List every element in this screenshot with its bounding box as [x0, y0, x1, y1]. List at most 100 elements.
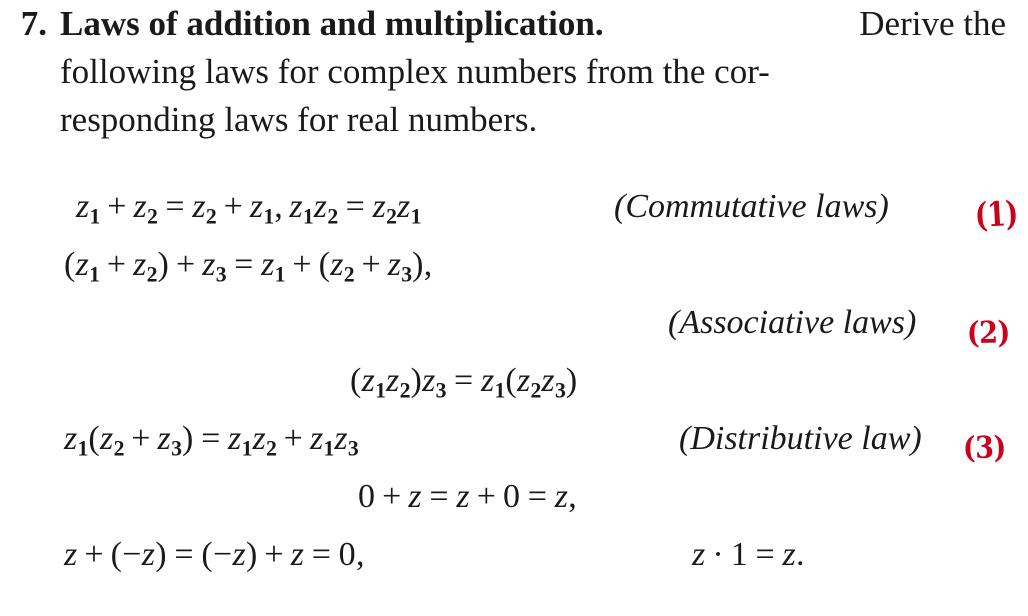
- glyph-sub-3: 3: [435, 378, 447, 403]
- glyph-sub-1: 1: [410, 204, 422, 229]
- glyph-z: z: [192, 188, 206, 225]
- glyph-rparen: ): [245, 536, 258, 573]
- problem-line-3: responding laws for real numbers.: [0, 96, 1028, 144]
- glyph-comma: ,: [568, 478, 578, 515]
- glyph-rparen: ): [410, 362, 423, 399]
- glyph-equals: =: [527, 478, 548, 515]
- glyph-sub-1: 1: [494, 378, 506, 403]
- glyph-z: z: [290, 536, 305, 573]
- problem-line-1-body: Laws of addition and multiplication. Der…: [60, 0, 1028, 48]
- glyph-z: z: [372, 188, 387, 225]
- glyph-sub-1: 1: [375, 378, 387, 403]
- glyph-lparen: (: [505, 362, 517, 399]
- glyph-sub-3: 3: [401, 262, 413, 287]
- glyph-sub-3: 3: [347, 436, 359, 461]
- glyph-plus: +: [361, 246, 381, 283]
- equation-row-associative-caption: (Associative laws) (2): [0, 294, 1028, 352]
- glyph-z: z: [100, 420, 114, 457]
- glyph-lparen: (: [110, 536, 123, 573]
- glyph-sub-2: 2: [146, 262, 158, 287]
- glyph-equals: =: [201, 420, 221, 457]
- glyph-zero: 0: [338, 536, 356, 573]
- glyph-z: z: [252, 420, 266, 457]
- equation-row-distributive: z1(z2 + z3) = z1z2 + z1z3 (Distributive law) (…: [0, 410, 1028, 468]
- glyph-rparen: ): [412, 246, 424, 283]
- glyph-comma: ,: [274, 188, 284, 225]
- glyph-z: z: [361, 362, 376, 399]
- glyph-equals: =: [174, 536, 194, 573]
- glyph-equals: =: [165, 188, 185, 225]
- glyph-rparen: ): [157, 246, 170, 283]
- problem-line-3-body: responding laws for real numbers.: [60, 96, 1028, 144]
- equation-row-associative-a: (z1 + z2) + z3 = z1 + (z2 + z3),: [0, 236, 1028, 294]
- glyph-z: z: [232, 536, 246, 573]
- glyph-z: z: [408, 478, 422, 515]
- glyph-minus: −: [122, 536, 142, 573]
- glyph-equals: =: [755, 536, 776, 573]
- equation-block: z1 + z2 = z2 + z1, z1z2 = z2z1 (Commutative laws…: [0, 178, 1028, 584]
- textbook-exercise-page: 7. Laws of addition and multiplication. …: [0, 0, 1028, 616]
- glyph-z: z: [330, 246, 344, 283]
- equation-row-identity: 0 + z = z +0 = z,: [0, 468, 1028, 526]
- glyph-plus: +: [223, 188, 244, 225]
- problem-number: 7.: [20, 4, 47, 43]
- glyph-equals: =: [345, 188, 366, 225]
- problem-line-1-rest: Derive the: [859, 4, 1006, 43]
- glyph-zero: 0: [502, 478, 521, 515]
- glyph-z: z: [480, 362, 495, 399]
- glyph-plus: +: [175, 246, 196, 283]
- glyph-plus: +: [107, 188, 127, 225]
- glyph-z: z: [76, 188, 90, 225]
- glyph-z: z: [64, 420, 78, 457]
- caption-distributive: (Distributive law): [679, 420, 922, 457]
- glyph-lparen: (: [318, 246, 331, 283]
- glyph-z: z: [309, 420, 324, 457]
- glyph-z: z: [202, 246, 216, 283]
- glyph-lparen: (: [64, 246, 76, 283]
- glyph-z: z: [157, 420, 172, 457]
- glyph-z: z: [516, 362, 531, 399]
- glyph-plus: +: [131, 420, 151, 457]
- glyph-sub-2: 2: [530, 378, 542, 403]
- glyph-sub-1: 1: [89, 204, 101, 229]
- glyph-z: z: [64, 536, 78, 573]
- glyph-z: z: [422, 362, 436, 399]
- caption-commutative: (Commutative laws): [614, 188, 889, 225]
- glyph-rparen: ): [565, 362, 578, 399]
- problem-line-3-text: responding laws for real numbers.: [60, 100, 538, 139]
- caption-associative: (Associative laws): [668, 304, 917, 341]
- equation-row-commutative: z1 + z2 = z2 + z1, z1z2 = z2z1 (Commutative laws…: [0, 178, 1028, 236]
- glyph-comma: ,: [355, 536, 365, 573]
- glyph-plus: +: [106, 246, 127, 283]
- glyph-sub-2: 2: [386, 204, 398, 229]
- glyph-sub-2: 2: [147, 204, 158, 229]
- glyph-sub-2: 2: [113, 436, 125, 461]
- glyph-plus: +: [264, 536, 284, 573]
- glyph-z: z: [289, 188, 303, 225]
- glyph-sub-3: 3: [554, 378, 566, 403]
- equation-identity: 0 + z = z +0 = z,: [358, 468, 577, 526]
- glyph-z: z: [386, 362, 400, 399]
- glyph-z: z: [75, 246, 90, 283]
- glyph-minus: −: [212, 536, 233, 573]
- glyph-sub-2: 2: [327, 204, 339, 229]
- glyph-lparen: (: [201, 536, 213, 573]
- glyph-equals: =: [429, 478, 449, 515]
- glyph-equals: =: [234, 246, 254, 283]
- glyph-z: z: [261, 246, 275, 283]
- glyph-z: z: [313, 188, 328, 225]
- glyph-sub-2: 2: [205, 204, 217, 229]
- glyph-z: z: [141, 536, 156, 573]
- glyph-period: .: [796, 536, 805, 573]
- glyph-z: z: [228, 420, 242, 457]
- glyph-sub-2: 2: [343, 262, 355, 287]
- glyph-sub-1: 1: [89, 262, 101, 287]
- glyph-z: z: [554, 478, 569, 515]
- glyph-sub-3: 3: [215, 262, 227, 287]
- glyph-lparen: (: [88, 420, 101, 457]
- problem-line-1: 7. Laws of addition and multiplication. …: [0, 0, 1028, 48]
- glyph-sub-1: 1: [263, 204, 275, 229]
- problem-statement: 7. Laws of addition and multiplication. …: [0, 0, 1028, 144]
- glyph-z: z: [133, 246, 147, 283]
- glyph-sub-3: 3: [171, 436, 182, 461]
